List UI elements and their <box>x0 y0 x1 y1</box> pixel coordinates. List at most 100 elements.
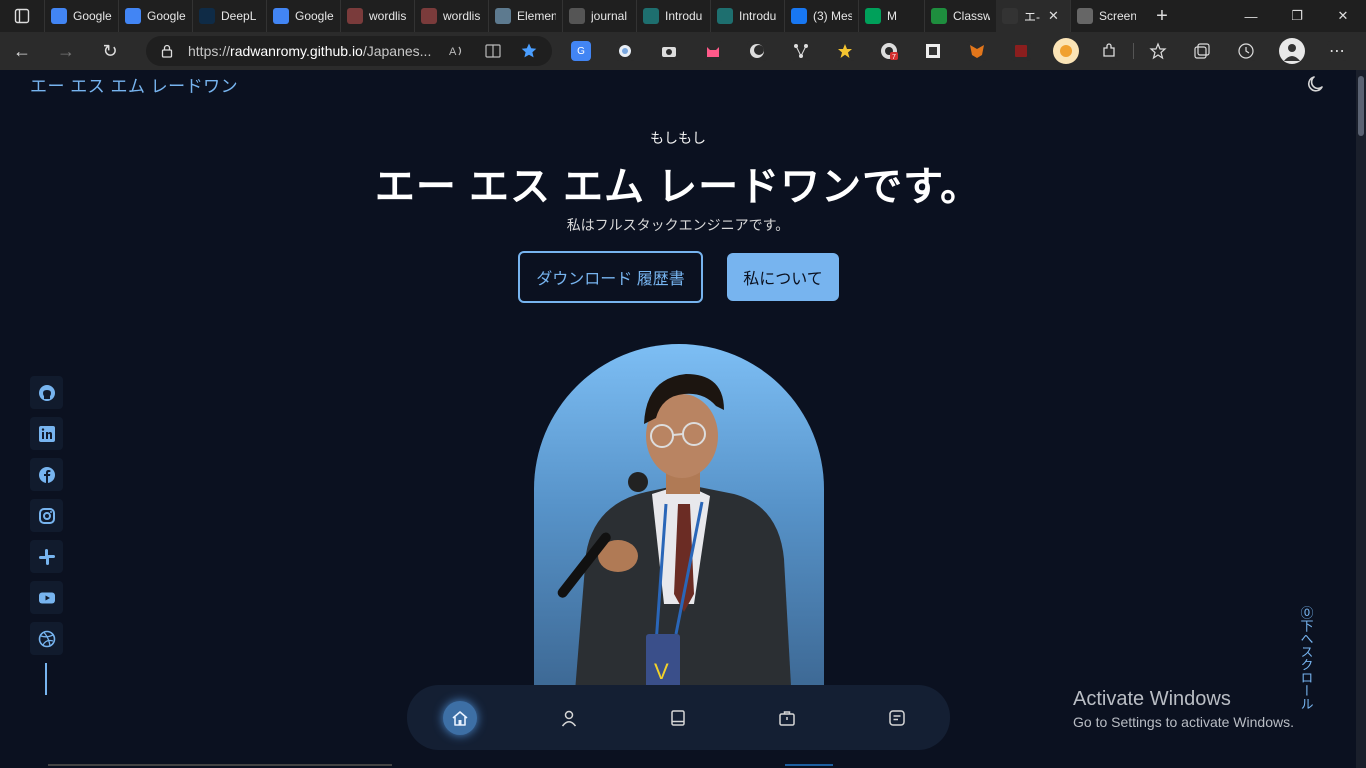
nav-portfolio[interactable] <box>770 701 804 735</box>
about-me-button[interactable]: 私について <box>727 253 839 301</box>
windows-activation-watermark: Activate Windows Go to Settings to activ… <box>1073 688 1294 730</box>
cat-extension-icon[interactable] <box>703 41 723 61</box>
reader-view-icon[interactable] <box>484 42 502 60</box>
back-button[interactable]: ← <box>0 32 44 70</box>
camera-icon <box>1077 8 1093 24</box>
pdf-extension-icon[interactable] <box>1011 41 1031 61</box>
refresh-button[interactable]: ↻ <box>88 32 132 70</box>
browser-tab[interactable]: wordlis <box>340 0 414 32</box>
dribbble-link[interactable] <box>30 622 63 655</box>
url-field[interactable]: https://radwanromy.github.io/Japanes... … <box>146 36 552 66</box>
url-text: https://radwanromy.github.io/Japanes... <box>188 43 432 59</box>
tab-title: Introdu <box>665 9 703 23</box>
tab-title: Elemen <box>517 9 556 23</box>
tab-title: DeepL <box>221 9 257 23</box>
youtube-link[interactable] <box>30 581 63 614</box>
pdf-icon <box>421 8 437 24</box>
linkedin-link[interactable] <box>30 417 63 450</box>
github-link[interactable] <box>30 376 63 409</box>
browser-tab[interactable]: M <box>858 0 924 32</box>
tab-title: M <box>887 9 897 23</box>
network-extension-icon[interactable] <box>791 41 811 61</box>
dark-reader-extension-icon[interactable] <box>747 41 767 61</box>
linkedin-icon <box>38 425 55 442</box>
minimize-button[interactable]: — <box>1228 0 1274 32</box>
browser-tab[interactable]: journal <box>562 0 636 32</box>
slack-link[interactable] <box>30 540 63 573</box>
journal-icon <box>569 8 585 24</box>
star-extension-icon[interactable] <box>835 41 855 61</box>
google-translate-icon <box>125 8 141 24</box>
toolbar-divider <box>1133 43 1134 59</box>
browser-tab[interactable]: Elemen <box>488 0 562 32</box>
browser-tab[interactable]: エ- ✕ <box>996 0 1070 32</box>
github-extension-icon[interactable]: 7 <box>879 41 899 61</box>
history-icon[interactable] <box>1236 41 1256 61</box>
browser-tab[interactable]: Google <box>118 0 192 32</box>
nav-contact[interactable] <box>880 701 914 735</box>
new-tab-button[interactable]: + <box>1142 0 1182 32</box>
nav-home[interactable] <box>443 701 477 735</box>
facebook-icon <box>791 8 807 24</box>
introduction-icon <box>643 8 659 24</box>
close-window-button[interactable]: ✕ <box>1320 0 1366 32</box>
nav-about[interactable] <box>552 701 586 735</box>
scan-extension-icon[interactable] <box>923 41 943 61</box>
tab-actions-button[interactable] <box>0 0 44 32</box>
facebook-link[interactable] <box>30 458 63 491</box>
google-translate-extension-icon[interactable]: G <box>571 41 591 61</box>
browser-tab[interactable]: Google <box>266 0 340 32</box>
favorite-star-icon[interactable] <box>520 42 538 60</box>
download-resume-button[interactable]: ダウンロード 履歴書 <box>518 251 703 303</box>
arrow-left-icon: ← <box>13 40 31 61</box>
translator-extension-icon[interactable] <box>1053 38 1079 64</box>
horizontal-scrollbar-thumb[interactable] <box>785 764 833 766</box>
tab-title: Google <box>295 9 334 23</box>
google-translate-icon <box>51 8 67 24</box>
screenshot-extension-icon[interactable] <box>659 41 679 61</box>
forward-button[interactable]: → <box>44 32 88 70</box>
favorites-icon[interactable] <box>1148 41 1168 61</box>
greeting: もしもし <box>650 130 706 146</box>
tab-title: Screen <box>1099 9 1136 23</box>
browser-tab[interactable]: wordlis <box>414 0 488 32</box>
close-tab-icon[interactable]: ✕ <box>1048 8 1059 24</box>
browser-tab[interactable]: Introdu <box>710 0 784 32</box>
browser-tab[interactable]: Classw <box>924 0 996 32</box>
vertical-scrollbar[interactable] <box>1356 70 1366 768</box>
github-icon <box>38 384 55 401</box>
instagram-link[interactable] <box>30 499 63 532</box>
svg-text:A: A <box>449 46 457 58</box>
read-aloud-icon[interactable]: A <box>448 42 466 60</box>
browser-tab[interactable]: Screen <box>1070 0 1142 32</box>
settings-more-icon[interactable]: ⋯ <box>1327 41 1347 61</box>
browser-tab[interactable]: (3) Mes <box>784 0 858 32</box>
scroll-down-link[interactable]: ⓪ 下へスクロール <box>1294 606 1318 716</box>
theme-toggle-moon-icon[interactable] <box>1306 74 1326 94</box>
lock-icon <box>161 44 173 58</box>
collections-icon[interactable] <box>1192 41 1212 61</box>
dribbble-icon <box>38 630 55 647</box>
tabs-container: Google Google DeepL Google wordlis wordlis Ele… <box>44 0 1142 32</box>
portfolio-page: エー エス エム レードワン もしもし エー エス エム レードワンです。 私は… <box>0 70 1356 768</box>
browser-tab[interactable]: Google <box>44 0 118 32</box>
google-translate-icon <box>273 8 289 24</box>
profile-avatar[interactable] <box>1279 38 1305 64</box>
extension-circle-icon[interactable] <box>615 41 635 61</box>
metamask-extension-icon[interactable] <box>967 41 987 61</box>
restore-button[interactable]: ❐ <box>1274 0 1320 32</box>
tab-title: Google <box>147 9 186 23</box>
vertical-scrollbar-thumb[interactable] <box>1358 76 1364 136</box>
portfolio-icon <box>1002 8 1018 24</box>
book-icon <box>671 710 685 726</box>
nav-experience[interactable] <box>661 701 695 735</box>
site-brand[interactable]: エー エス エム レードワン <box>30 72 238 97</box>
message-icon <box>889 710 905 726</box>
mouse-icon: ⓪ <box>1298 606 1314 619</box>
page-title: エー エス エム レードワンです。 <box>374 165 982 209</box>
extensions-puzzle-icon[interactable] <box>1099 41 1119 61</box>
instagram-icon <box>38 507 55 524</box>
browser-tab[interactable]: Introdu <box>636 0 710 32</box>
horizontal-scrollbar-track <box>48 764 392 766</box>
browser-tab[interactable]: DeepL <box>192 0 266 32</box>
